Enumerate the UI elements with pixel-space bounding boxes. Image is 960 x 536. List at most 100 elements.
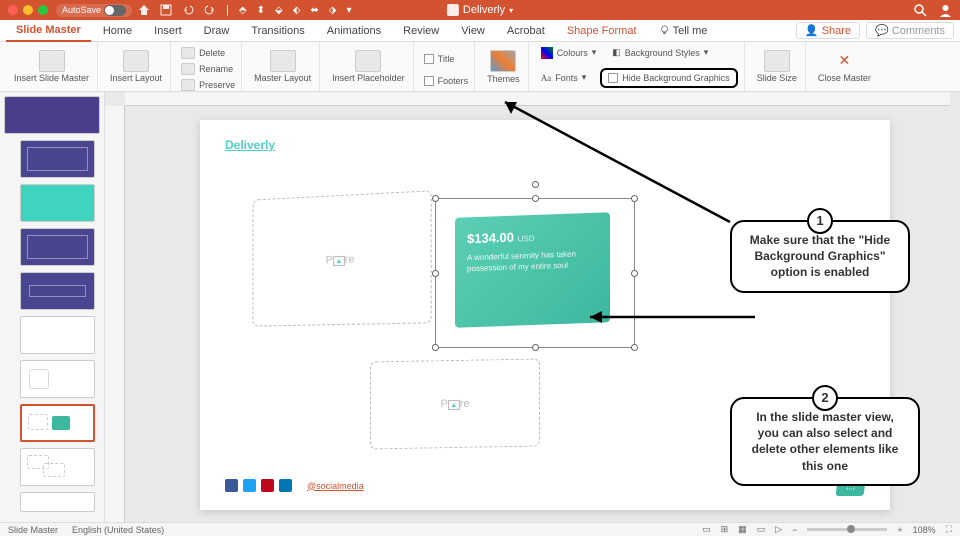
pinterest-icon[interactable] (261, 479, 274, 492)
redo-icon[interactable] (204, 4, 216, 16)
thumbnail-layout-selected[interactable] (20, 404, 95, 442)
image-icon: ▲ (333, 256, 345, 266)
rotate-handle[interactable] (532, 181, 539, 188)
resize-handle[interactable] (432, 344, 439, 351)
master-layout-button[interactable]: Master Layout (250, 48, 315, 86)
thumbnail-panel[interactable] (0, 92, 105, 522)
rename-button[interactable]: Rename (179, 62, 235, 76)
align-center-icon[interactable]: ⬌ (310, 5, 318, 16)
slide-size-button[interactable]: Slide Size (753, 48, 801, 86)
twitter-icon[interactable] (243, 479, 256, 492)
notes-button[interactable]: ▭ (702, 524, 711, 535)
comments-button[interactable]: 💬 Comments (866, 22, 954, 39)
title-checkbox[interactable]: Title (422, 53, 457, 65)
align-middle-icon[interactable]: ⬍ (257, 5, 265, 16)
zoom-value[interactable]: 108% (913, 525, 936, 535)
undo-icon[interactable] (182, 4, 194, 16)
thumbnail-layout[interactable] (20, 272, 95, 310)
insert-layout-button[interactable]: Insert Layout (106, 48, 166, 86)
zoom-slider[interactable] (807, 528, 887, 531)
tab-slide-master[interactable]: Slide Master (6, 20, 91, 42)
share-button[interactable]: 👤 Share (796, 22, 860, 39)
tab-view[interactable]: View (451, 20, 495, 42)
colours-button[interactable]: Colours ▾ (539, 46, 599, 60)
sorter-view-icon[interactable]: ▦ (738, 524, 747, 535)
align-top-icon[interactable]: ⬘ (239, 5, 247, 16)
thumbnail-layout[interactable] (20, 184, 95, 222)
tab-review[interactable]: Review (393, 20, 449, 42)
thumbnail-layout[interactable] (20, 316, 95, 354)
tab-draw[interactable]: Draw (194, 20, 240, 42)
ribbon-tabs: Slide Master Home Insert Draw Transition… (0, 20, 960, 42)
align-bottom-icon[interactable]: ⬙ (275, 5, 283, 16)
selection-box[interactable] (435, 198, 635, 348)
insert-placeholder-button[interactable]: Insert Placeholder (328, 48, 409, 86)
home-icon[interactable] (138, 4, 150, 16)
resize-handle[interactable] (631, 344, 638, 351)
tab-home[interactable]: Home (93, 20, 142, 42)
background-styles-button[interactable]: ◧Background Styles ▾ (610, 46, 710, 60)
document-title: Deliverly ▾ (447, 4, 513, 16)
insert-slide-master-button[interactable]: Insert Slide Master (10, 48, 93, 86)
slideshow-icon[interactable]: ▷ (775, 524, 782, 535)
themes-button[interactable]: Themes (483, 48, 524, 86)
footers-checkbox[interactable]: Footers (422, 75, 471, 87)
thumbnail-layout[interactable] (20, 492, 95, 512)
fonts-button[interactable]: AaFonts ▾ (539, 71, 589, 84)
picture-placeholder[interactable]: P▲re (253, 190, 432, 326)
placeholder-icon (355, 50, 381, 72)
delete-button[interactable]: Delete (179, 46, 227, 60)
titlebar: AutoSave | ⬘ ⬍ ⬙ ⬖ ⬌ ⬗ ▾ Deliverly ▾ (0, 0, 960, 20)
close-window-icon[interactable] (8, 5, 18, 15)
reading-view-icon[interactable]: ▭ (757, 524, 766, 535)
align-right-icon[interactable]: ⬗ (329, 5, 337, 16)
tab-shape-format[interactable]: Shape Format (557, 20, 647, 42)
tab-transitions[interactable]: Transitions (241, 20, 314, 42)
normal-view-icon[interactable]: ⊞ (721, 524, 729, 535)
thumbnail-layout[interactable] (20, 140, 95, 178)
brand-text[interactable]: Deliverly (225, 138, 275, 152)
resize-handle[interactable] (631, 195, 638, 202)
resize-handle[interactable] (631, 270, 638, 277)
rename-icon (181, 63, 195, 75)
linkedin-icon[interactable] (279, 479, 292, 492)
autosave-label: AutoSave (62, 5, 101, 15)
facebook-icon[interactable] (225, 479, 238, 492)
checkbox-icon (424, 76, 434, 86)
minimize-window-icon[interactable] (23, 5, 33, 15)
tab-insert[interactable]: Insert (144, 20, 192, 42)
layout-icon (123, 50, 149, 72)
thumbnail-layout[interactable] (20, 228, 95, 266)
preserve-button[interactable]: Preserve (179, 78, 237, 92)
tell-me[interactable]: Tell me (649, 20, 718, 42)
close-master-button[interactable]: ✕ Close Master (814, 48, 875, 86)
autosave-toggle[interactable]: AutoSave (56, 4, 132, 17)
more-icon[interactable]: ▾ (346, 5, 351, 16)
resize-handle[interactable] (532, 195, 539, 202)
status-language[interactable]: English (United States) (72, 525, 164, 535)
window-controls[interactable] (8, 5, 48, 15)
account-icon[interactable] (939, 4, 952, 17)
resize-handle[interactable] (432, 270, 439, 277)
save-icon[interactable] (160, 4, 172, 16)
maximize-window-icon[interactable] (38, 5, 48, 15)
thumbnail-layout[interactable] (20, 448, 95, 486)
tab-animations[interactable]: Animations (317, 20, 391, 42)
resize-handle[interactable] (432, 195, 439, 202)
thumbnail-layout[interactable] (20, 360, 95, 398)
tab-acrobat[interactable]: Acrobat (497, 20, 555, 42)
zoom-in-button[interactable]: + (897, 525, 902, 535)
align-left-icon[interactable]: ⬖ (293, 5, 301, 16)
toggle-icon[interactable] (104, 5, 126, 16)
search-icon[interactable] (914, 4, 927, 17)
chevron-down-icon[interactable]: ▾ (509, 6, 513, 15)
picture-placeholder[interactable]: P▲re (370, 359, 540, 450)
hide-background-graphics-checkbox[interactable]: Hide Background Graphics (600, 68, 738, 88)
resize-handle[interactable] (532, 344, 539, 351)
zoom-out-button[interactable]: − (792, 525, 797, 535)
close-icon: ✕ (831, 50, 857, 72)
fit-to-window-icon[interactable]: ⛶ (946, 524, 952, 535)
thumbnail-master[interactable] (4, 96, 100, 134)
canvas[interactable]: Deliverly P▲re $134.00 USD A wonderful s… (105, 92, 960, 522)
social-link[interactable]: @socialmedia (307, 481, 364, 491)
